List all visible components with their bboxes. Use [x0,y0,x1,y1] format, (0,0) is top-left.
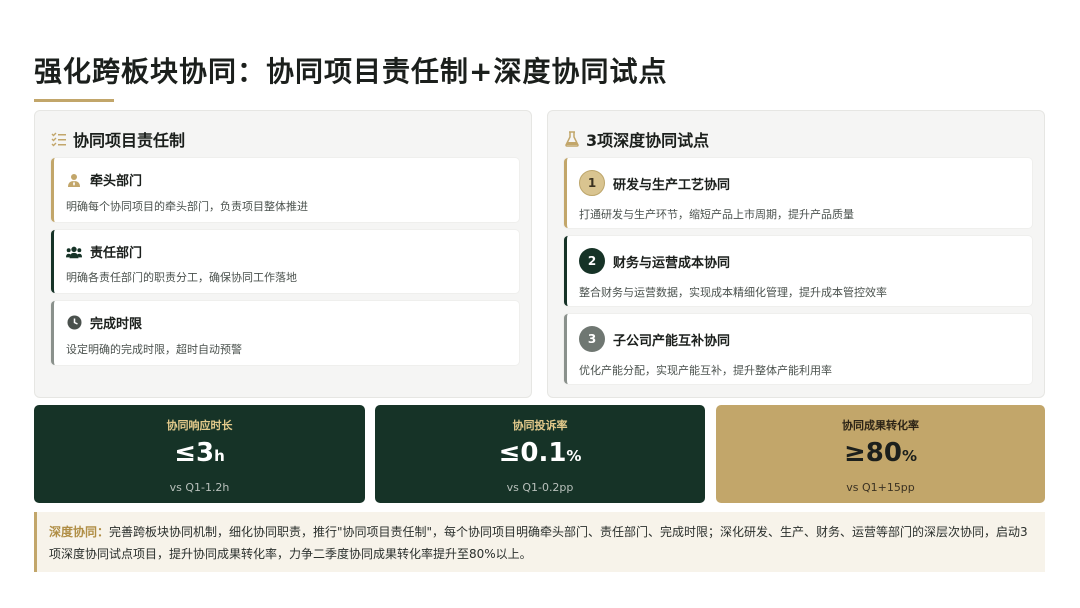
summary-lead: 深度协同： [49,525,110,539]
card-deadline: 完成时限 设定明确的完成时限，超时自动预警 [51,301,519,365]
users-icon [66,244,82,260]
pilot-panel-title: 3项深度协同试点 [586,131,710,150]
pilot-number-badge: 3 [579,326,605,352]
summary-text: 完善跨板块协同机制，细化协同职责，推行"协同项目责任制"，每个协同项目明确牵头部… [49,525,1028,561]
title-underline [34,99,114,102]
card-title: 子公司产能互补协同 [613,333,731,349]
pilot-panel-header: 3项深度协同试点 [564,127,709,151]
pilot-card-1: 1 研发与生产工艺协同 打通研发与生产环节，缩短产品上市周期，提升产品质量 [564,158,1032,228]
pilot-panel: 3项深度协同试点 1 研发与生产工艺协同 打通研发与生产环节，缩短产品上市周期，… [547,110,1045,398]
kpi-value: ≥80% [844,438,917,468]
page-title: 强化跨板块协同：协同项目责任制+深度协同试点 [34,55,668,88]
kpi-complaint-rate: 协同投诉率 ≤0.1% vs Q1-0.2pp [375,405,705,503]
kpi-comparison: vs Q1+15pp [846,481,915,494]
card-responsible-department: 责任部门 明确各责任部门的职责分工，确保协同工作落地 [51,230,519,293]
kpi-comparison: vs Q1-0.2pp [506,481,574,494]
card-description: 打通研发与生产环节，缩短产品上市周期，提升产品质量 [579,208,854,221]
responsibility-panel: 协同项目责任制 牵头部门 明确每个协同项目的牵头部门，负责项目整体推进 责任部门… [34,110,532,398]
card-title: 完成时限 [90,317,143,332]
pilot-card-3: 3 子公司产能互补协同 优化产能分配，实现产能互补，提升整体产能利用率 [564,314,1032,384]
card-title: 研发与生产工艺协同 [613,177,731,193]
kpi-value: ≤0.1% [498,438,582,468]
checklist-icon [51,131,67,147]
card-description: 整合财务与运营数据，实现成本精细化管理，提升成本管控效率 [579,286,887,299]
card-description: 明确各责任部门的职责分工，确保协同工作落地 [66,271,297,284]
card-title: 责任部门 [90,246,143,261]
pilot-number-badge: 2 [579,248,605,274]
card-description: 优化产能分配，实现产能互补，提升整体产能利用率 [579,364,832,377]
card-lead-department: 牵头部门 明确每个协同项目的牵头部门，负责项目整体推进 [51,158,519,222]
pilot-card-2: 2 财务与运营成本协同 整合财务与运营数据，实现成本精细化管理，提升成本管控效率 [564,236,1032,306]
card-title: 财务与运营成本协同 [613,255,731,271]
kpi-label: 协同成果转化率 [842,419,919,432]
kpi-conversion-rate: 协同成果转化率 ≥80% vs Q1+15pp [716,405,1045,503]
summary-note: 深度协同：完善跨板块协同机制，细化协同职责，推行"协同项目责任制"，每个协同项目… [34,512,1045,572]
flask-icon [564,131,580,147]
kpi-label: 协同投诉率 [512,419,568,432]
clock-icon [66,315,82,331]
responsibility-panel-header: 协同项目责任制 [51,127,185,151]
responsibility-panel-title: 协同项目责任制 [73,131,186,150]
card-description: 设定明确的完成时限，超时自动预警 [66,343,242,356]
kpi-label: 协同响应时长 [166,419,233,432]
card-title: 牵头部门 [90,174,143,189]
kpi-response-time: 协同响应时长 ≤3h vs Q1-1.2h [34,405,365,503]
pilot-number-badge: 1 [579,170,605,196]
kpi-comparison: vs Q1-1.2h [169,481,230,494]
person-tie-icon [66,172,82,188]
kpi-value: ≤3h [174,438,225,468]
card-description: 明确每个协同项目的牵头部门，负责项目整体推进 [66,200,308,213]
